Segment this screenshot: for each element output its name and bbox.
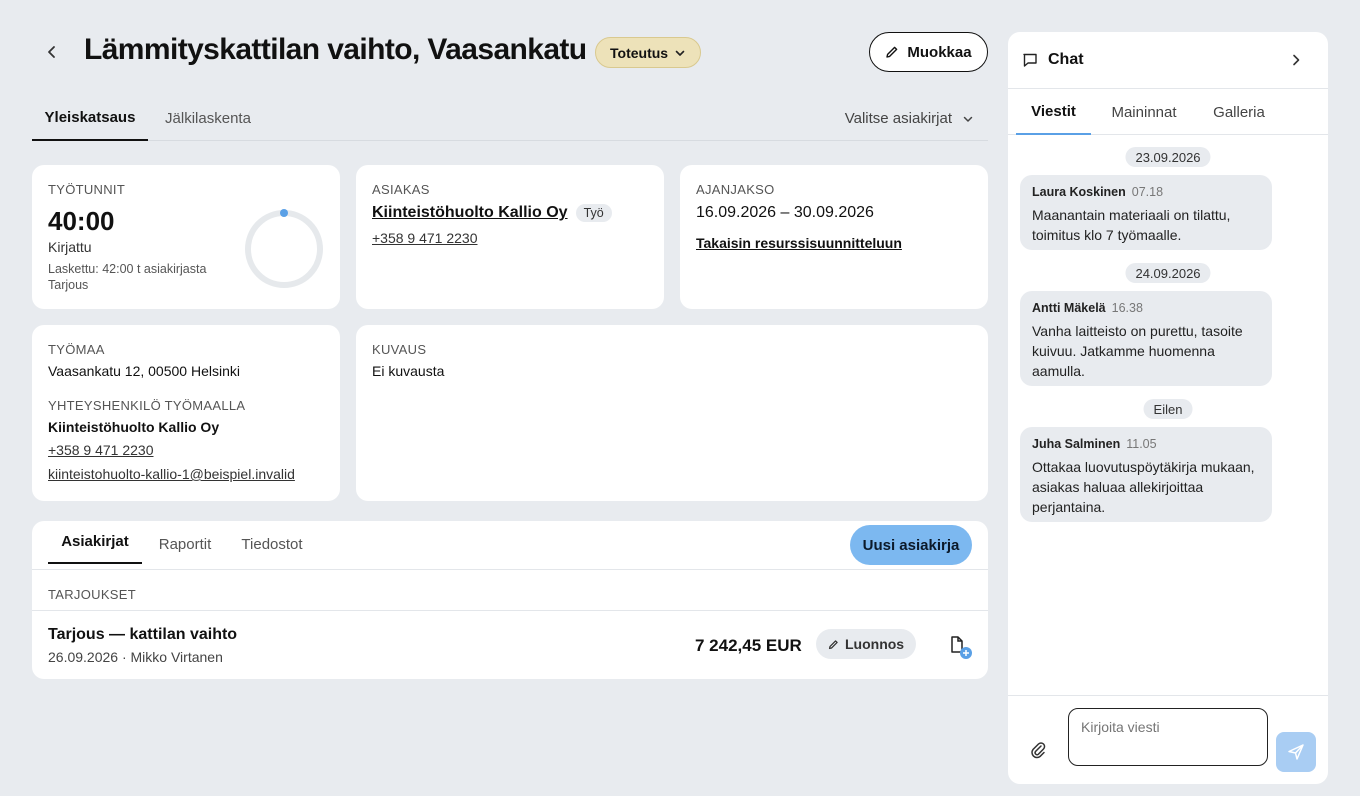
- pencil-icon: [886, 46, 898, 58]
- message-author: Antti Mäkelä: [1032, 301, 1106, 315]
- page-title: Lämmityskattilan vaihto, Vaasankatu: [84, 33, 587, 66]
- chat-tab-messages[interactable]: Viestit: [1016, 89, 1091, 135]
- status-dropdown[interactable]: Toteutus: [595, 37, 702, 68]
- new-document-button[interactable]: Uusi asiakirja: [850, 525, 972, 565]
- customer-phone-link[interactable]: +358 9 471 2230: [372, 230, 478, 246]
- offers-section-label: TARJOUKSET: [48, 587, 136, 602]
- period-card: AJANJAKSO 16.09.2026 – 30.09.2026 Takais…: [680, 165, 988, 309]
- tab-files[interactable]: Tiedostot: [232, 521, 312, 568]
- chat-panel: Chat Viestit Maininnat Galleria 23.09.20…: [1008, 32, 1328, 784]
- offer-amount: 7 242,45 EUR: [695, 636, 802, 655]
- chevron-down-icon: [675, 50, 685, 56]
- message-text: Ottakaa luovutuspöytäkirja mukaan, asiak…: [1032, 459, 1255, 515]
- hours-value: 40:00: [48, 206, 115, 236]
- site-contact-name: Kiinteistöhuolto Kallio Oy: [48, 419, 220, 435]
- date-separator: 23.09.2026: [1125, 147, 1211, 167]
- site-contact-label: YHTEYSHENKILÖ TYÖMAALLA: [48, 398, 246, 413]
- hours-calc: Laskettu: 42:00 t asiakirjasta: [48, 262, 207, 276]
- document-select-label: Valitse asiakirjat: [844, 110, 952, 127]
- main-tabs: Yleiskatsaus Jälkilaskenta Valitse asiak…: [32, 96, 988, 141]
- customer-label: ASIAKAS: [372, 182, 430, 197]
- hours-progress-ring: [245, 209, 323, 288]
- chat-message: Juha Salminen 11.05 Ottakaa luovutuspöytä…: [1020, 427, 1272, 522]
- chat-title: Chat: [1048, 51, 1084, 68]
- chat-message: Laura Koskinen 07.18 Maanantain materiaal…: [1020, 175, 1272, 250]
- documents-tabs: Asiakirjat Raportit Tiedostot Uusi asiak…: [32, 521, 988, 570]
- hours-calc-source: Tarjous: [48, 278, 89, 292]
- attach-button[interactable]: [1028, 740, 1052, 764]
- message-time: 16.38: [1111, 301, 1143, 315]
- chat-message: Antti Mäkelä 16.38 Vanha laitteisto on pu…: [1020, 291, 1272, 386]
- period-range: 16.09.2026 – 30.09.2026: [696, 204, 874, 221]
- edit-button[interactable]: Muokkaa: [869, 32, 988, 72]
- message-time: 07.18: [1131, 185, 1164, 199]
- tab-reports[interactable]: Raportit: [150, 521, 220, 568]
- customer-name-link[interactable]: Kiinteistöhuolto Kallio Oy: [372, 204, 568, 222]
- hours-card: TYÖTUNNIT 40:00 Kirjattu Laskettu: 42:00…: [32, 165, 340, 309]
- site-contact-phone-link[interactable]: +358 9 471 2230: [48, 442, 154, 458]
- status-label: Toteutus: [610, 44, 669, 61]
- send-icon: [1288, 744, 1304, 760]
- document-select[interactable]: Valitse asiakirjat: [845, 96, 974, 141]
- tab-overview[interactable]: Yleiskatsaus: [32, 96, 148, 141]
- back-button[interactable]: [36, 36, 68, 68]
- create-pdf-button[interactable]: [946, 631, 976, 661]
- message-text: Vanha laitteisto on purettu, tasoite kui…: [1032, 323, 1243, 379]
- tab-post-calculation[interactable]: Jälkilaskenta: [156, 96, 260, 141]
- chat-tab-mentions[interactable]: Maininnat: [1104, 89, 1184, 135]
- description-text: Ei kuvausta: [372, 363, 445, 379]
- offer-status-label: Luonnos: [845, 636, 905, 652]
- chat-tab-gallery[interactable]: Galleria: [1204, 89, 1274, 135]
- site-card: TYÖMAA Vaasankatu 12, 00500 Helsinki YHT…: [32, 325, 340, 501]
- edit-label: Muokkaa: [907, 43, 972, 61]
- documents-panel: Asiakirjat Raportit Tiedostot Uusi asiak…: [32, 521, 988, 679]
- message-input[interactable]: [1068, 708, 1268, 766]
- site-address: Vaasankatu 12, 00500 Helsinki: [48, 363, 240, 379]
- customer-card: ASIAKAS Kiinteistöhuolto Kallio Oy Työ +…: [356, 165, 664, 309]
- description-label: KUVAUS: [372, 342, 427, 357]
- collapse-chat-button[interactable]: [1284, 48, 1308, 72]
- chat-bubble-icon: [1023, 53, 1037, 67]
- message-text: Maanantain materiaali on tilattu, toimit…: [1032, 207, 1231, 243]
- chevron-down-icon: [963, 116, 973, 122]
- hours-label: TYÖTUNNIT: [48, 182, 126, 197]
- divider: [1008, 695, 1328, 696]
- customer-type-badge: Työ: [575, 204, 612, 222]
- date-separator: 24.09.2026: [1125, 263, 1211, 283]
- site-label: TYÖMAA: [48, 342, 105, 357]
- message-author: Juha Salminen: [1032, 437, 1121, 451]
- offer-title: Tarjous — kattilan vaihto: [48, 626, 238, 643]
- chat-tabs: Viestit Maininnat Galleria: [1008, 89, 1328, 135]
- paperclip-icon: [1031, 742, 1046, 759]
- description-card: KUVAUS Ei kuvausta: [356, 325, 988, 501]
- chevron-left-icon: [48, 46, 55, 58]
- period-label: AJANJAKSO: [696, 182, 775, 197]
- message-time: 11.05: [1126, 437, 1157, 451]
- pencil-icon: [828, 639, 838, 649]
- document-add-icon: [951, 636, 972, 659]
- date-separator: Eilen: [1143, 399, 1193, 419]
- offer-meta: 26.09.2026 · Mikko Virtanen: [48, 649, 223, 665]
- send-button[interactable]: [1276, 732, 1316, 772]
- table-row[interactable]: Tarjous — kattilan vaihto 26.09.2026 · M…: [32, 611, 988, 679]
- hours-sub: Kirjattu: [48, 239, 92, 255]
- site-contact-email-link[interactable]: kiinteistohuolto-kallio-1@beispiel.inval…: [48, 466, 295, 482]
- tab-documents[interactable]: Asiakirjat: [48, 521, 142, 564]
- back-to-planning-link[interactable]: Takaisin resurssisuunnitteluun: [696, 235, 902, 251]
- chevron-right-icon: [1293, 54, 1300, 66]
- chat-header: Chat: [1008, 32, 1328, 89]
- message-author: Laura Koskinen: [1032, 185, 1126, 199]
- offer-status-badge: Luonnos: [816, 629, 917, 659]
